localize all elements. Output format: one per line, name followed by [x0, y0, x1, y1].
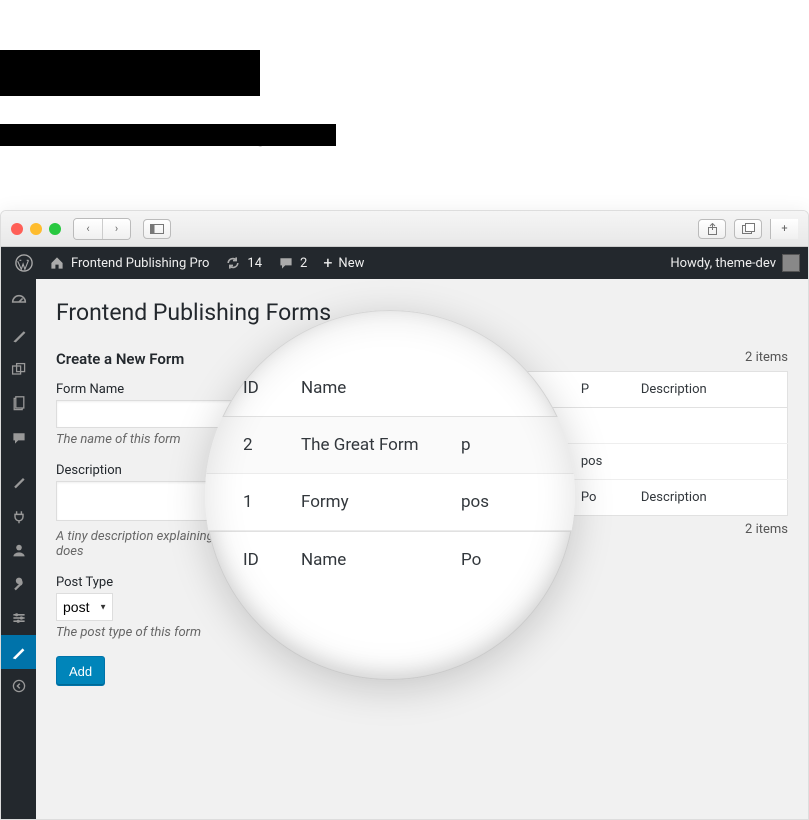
plus-icon: + [323, 255, 332, 271]
new-label: New [338, 256, 364, 271]
mag-header-row: ID Name [205, 360, 575, 417]
mag-col-id-header: ID [243, 378, 301, 398]
comments-link[interactable]: 2 [270, 247, 315, 279]
page-feature-header: s ngxxxxxxxxxxxxxx. [0, 0, 809, 146]
menu-users[interactable] [1, 533, 36, 567]
back-button[interactable]: ‹ [74, 219, 102, 239]
add-button[interactable]: Add [56, 656, 105, 686]
menu-media[interactable] [1, 353, 36, 387]
col-description-footer[interactable]: Description [631, 480, 788, 516]
mag-footer-row: ID Name Po [205, 531, 575, 588]
mag-col-name-header: Name [301, 378, 461, 398]
home-icon [49, 255, 65, 271]
mac-toolbar: ‹ › + [1, 211, 808, 247]
menu-settings[interactable] [1, 601, 36, 635]
mag-cell-id: 2 [243, 435, 301, 455]
close-window-icon[interactable] [11, 223, 23, 235]
cell-description [631, 444, 788, 480]
tabs-button[interactable] [734, 219, 762, 239]
minimize-window-icon[interactable] [30, 223, 42, 235]
cell-posttype: pos [571, 444, 631, 480]
col-description-header[interactable]: Description [631, 372, 788, 408]
wordpress-icon [15, 254, 33, 272]
howdy-text: Howdy, theme-dev [670, 256, 776, 271]
site-name-link[interactable]: Frontend Publishing Pro [41, 247, 217, 279]
adminbar-account[interactable]: Howdy, theme-dev [670, 254, 808, 272]
wp-logo-menu[interactable] [7, 247, 41, 279]
col-posttype-footer[interactable]: Po [571, 480, 631, 516]
share-button[interactable] [698, 219, 726, 239]
wp-adminbar: Frontend Publishing Pro 14 2 + New Howdy… [1, 247, 808, 279]
new-content-link[interactable]: + New [315, 247, 372, 279]
mag-row: 2 The Great Form p [205, 417, 575, 474]
mag-cell-name: Formy [301, 492, 461, 512]
mag-cell-name: The Great Form [301, 435, 461, 455]
admin-sidebar [1, 279, 36, 819]
menu-appearance[interactable] [1, 465, 36, 499]
sidebar-toggle-button[interactable] [143, 219, 171, 239]
mag-row: 1 Formy pos [205, 474, 575, 531]
site-name-text: Frontend Publishing Pro [71, 256, 209, 271]
comment-icon [278, 255, 294, 271]
forward-button[interactable]: › [102, 219, 130, 239]
menu-plugins[interactable] [1, 499, 36, 533]
post-type-select[interactable]: post [56, 593, 113, 621]
traffic-lights [11, 223, 61, 235]
menu-frontend-publishing[interactable] [1, 635, 36, 669]
updates-link[interactable]: 14 [217, 247, 270, 279]
mag-cell-pt: pos [461, 492, 575, 512]
menu-collapse[interactable] [1, 669, 36, 703]
menu-posts[interactable] [1, 319, 36, 353]
comments-count: 2 [300, 256, 307, 271]
avatar [782, 254, 800, 272]
menu-dashboard[interactable] [1, 285, 36, 319]
mag-cell-pt: p [461, 435, 575, 455]
mag-col-id-footer: ID [243, 550, 301, 570]
maximize-window-icon[interactable] [49, 223, 61, 235]
mag-col-pt-footer: Po [461, 550, 575, 570]
mag-col-name-footer: Name [301, 550, 461, 570]
menu-comments[interactable] [1, 421, 36, 455]
col-posttype-header[interactable]: P [571, 372, 631, 408]
cell-posttype [571, 408, 631, 444]
refresh-icon [225, 255, 241, 271]
menu-pages[interactable] [1, 387, 36, 421]
nav-buttons: ‹ › [73, 218, 131, 240]
redacted-subtitle-bar [0, 124, 336, 146]
mag-cell-id: 1 [243, 492, 301, 512]
menu-tools[interactable] [1, 567, 36, 601]
updates-count: 14 [247, 256, 262, 271]
redacted-title-bar [0, 50, 260, 96]
new-tab-button[interactable]: + [770, 219, 798, 239]
cell-description [631, 408, 788, 444]
magnifier-overlay: ID Name 2 The Great Form p 1 Formy pos I… [205, 310, 575, 680]
